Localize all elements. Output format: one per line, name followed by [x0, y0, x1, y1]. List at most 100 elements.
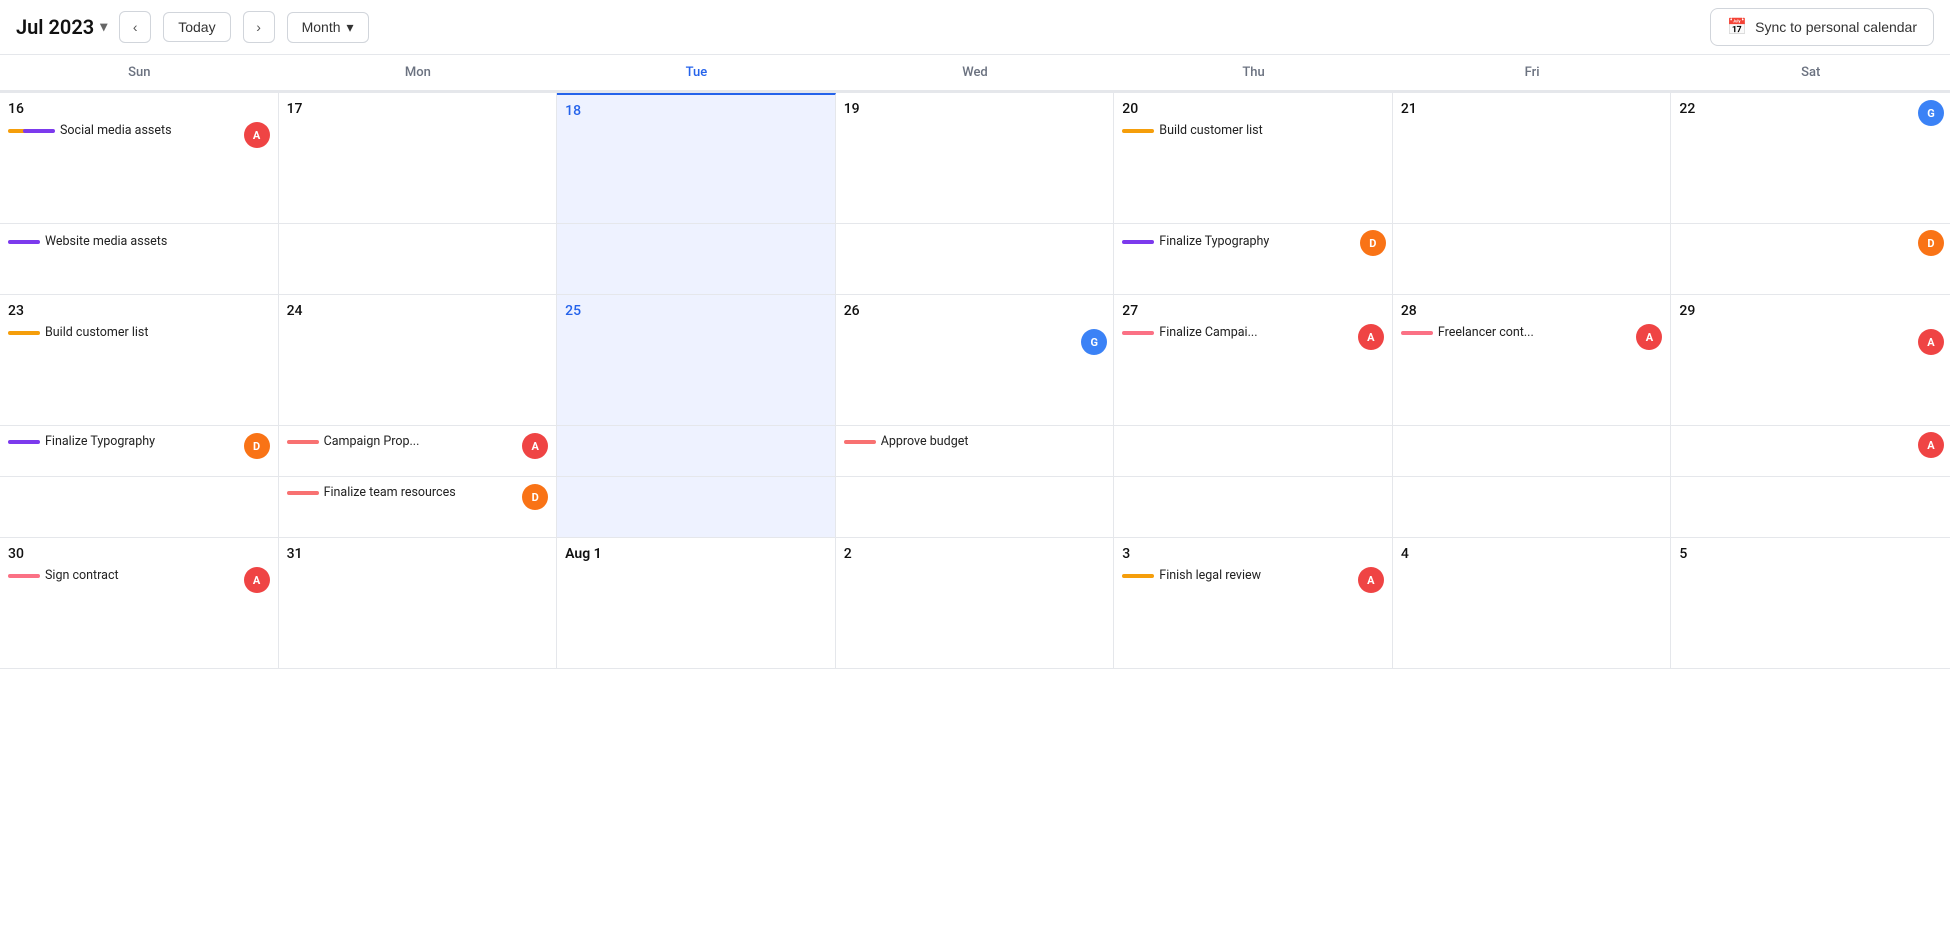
- day-cell-21b[interactable]: [1393, 224, 1672, 294]
- avatar: D: [244, 433, 270, 459]
- chevron-down-icon: ▾: [347, 19, 354, 36]
- day-number: 25: [565, 303, 827, 319]
- event-bar-red: [287, 491, 319, 495]
- day-cell-24c[interactable]: Finalize team resources D: [279, 477, 558, 537]
- day-cell-21[interactable]: 21: [1393, 93, 1672, 223]
- day-cell-23b[interactable]: Finalize Typography D: [0, 426, 279, 476]
- avatar: G: [1918, 100, 1944, 126]
- list-item[interactable]: Build customer list: [1122, 123, 1384, 138]
- day-cell-aug5[interactable]: 5: [1671, 538, 1950, 668]
- day-cell-aug4[interactable]: 4: [1393, 538, 1672, 668]
- day-cell-30[interactable]: 30 Sign contract A: [0, 538, 279, 668]
- sync-to-calendar-button[interactable]: 📅 Sync to personal calendar: [1710, 8, 1934, 46]
- event-bar-purple: [23, 129, 55, 133]
- day-cell-24[interactable]: 24: [279, 295, 558, 425]
- list-item[interactable]: Finalize team resources D: [287, 485, 549, 500]
- day-cell-25[interactable]: 25: [557, 295, 836, 425]
- view-selector-button[interactable]: Month ▾: [287, 12, 369, 43]
- day-cell-24b[interactable]: Campaign Prop... A: [279, 426, 558, 476]
- day-cell-18[interactable]: 18: [557, 93, 836, 223]
- day-cell-26b[interactable]: Approve budget: [836, 426, 1115, 476]
- day-cell-aug2[interactable]: 2: [836, 538, 1115, 668]
- day-cell-20[interactable]: 20 Build customer list: [1114, 93, 1393, 223]
- calendar-header: Jul 2023 ▾ ‹ Today › Month ▾ 📅 Sync to p…: [0, 0, 1950, 55]
- day-number: 23: [8, 303, 270, 319]
- today-button[interactable]: Today: [163, 12, 230, 42]
- day-cell-aug3[interactable]: 3 Finish legal review A: [1114, 538, 1393, 668]
- list-item[interactable]: Finish legal review A: [1122, 568, 1384, 583]
- day-number: Aug 1: [565, 546, 827, 562]
- day-number: 5: [1679, 546, 1942, 562]
- day-cell-20b[interactable]: Finalize Typography D: [1114, 224, 1393, 294]
- day-header-wed: Wed: [836, 55, 1115, 91]
- week-row: Finalize Typography D Campaign Prop... A…: [0, 426, 1950, 477]
- day-cell-17b[interactable]: [279, 224, 558, 294]
- day-number: 3: [1122, 546, 1384, 562]
- week-row: 23 Build customer list 24 25 26 G 27 Fin…: [0, 295, 1950, 426]
- month-title[interactable]: Jul 2023 ▾: [16, 15, 107, 39]
- day-cell-25c[interactable]: [557, 477, 836, 537]
- day-cell-26[interactable]: 26 G: [836, 295, 1115, 425]
- day-cell-18b[interactable]: [557, 224, 836, 294]
- day-cell-16b[interactable]: Website media assets: [0, 224, 279, 294]
- list-item[interactable]: Social media assets A: [8, 123, 270, 138]
- day-cell-16[interactable]: 16 Social media assets A: [0, 93, 279, 223]
- day-cell-28[interactable]: 28 Freelancer cont... A: [1393, 295, 1672, 425]
- day-number: 30: [8, 546, 270, 562]
- day-cell-29[interactable]: 29 A: [1671, 295, 1950, 425]
- list-item[interactable]: Campaign Prop... A: [287, 434, 549, 449]
- event-label: Build customer list: [1159, 123, 1262, 138]
- event-label: Finalize Typography: [1159, 234, 1269, 249]
- day-cell-23[interactable]: 23 Build customer list: [0, 295, 279, 425]
- avatar: G: [1081, 329, 1107, 355]
- event-label: Finish legal review: [1159, 568, 1261, 583]
- event-label: Campaign Prop...: [324, 434, 420, 449]
- day-cell-27b[interactable]: [1114, 426, 1393, 476]
- day-cell-28c[interactable]: [1393, 477, 1672, 537]
- event-label: Finalize Campai...: [1159, 325, 1257, 340]
- day-number: 24: [287, 303, 549, 319]
- list-item[interactable]: Approve budget: [844, 434, 1106, 449]
- prev-nav-button[interactable]: ‹: [119, 11, 151, 43]
- avatar: D: [1918, 230, 1944, 256]
- day-number: 26: [844, 303, 1106, 319]
- day-header-tue: Tue: [557, 55, 836, 91]
- day-number: 2: [844, 546, 1106, 562]
- calendar-icon: 📅: [1727, 17, 1747, 37]
- list-item[interactable]: Freelancer cont... A: [1401, 325, 1663, 340]
- list-item[interactable]: Finalize Typography D: [8, 434, 270, 449]
- day-cell-19[interactable]: 19: [836, 93, 1115, 223]
- sync-label: Sync to personal calendar: [1755, 19, 1917, 35]
- list-item[interactable]: Finalize Typography: [1122, 234, 1384, 249]
- day-number: 20: [1122, 101, 1384, 117]
- week-row: 16 Social media assets A 17 18 19 20 Bui…: [0, 93, 1950, 224]
- day-cell-22b[interactable]: D: [1671, 224, 1950, 294]
- day-cell-28b[interactable]: [1393, 426, 1672, 476]
- event-bar-pink: [1122, 331, 1154, 335]
- day-cell-25b[interactable]: [557, 426, 836, 476]
- event-label: Social media assets: [60, 123, 172, 138]
- list-item[interactable]: Sign contract A: [8, 568, 270, 583]
- list-item[interactable]: Website media assets: [8, 234, 270, 249]
- day-cell-29c[interactable]: [1671, 477, 1950, 537]
- day-cell-aug1[interactable]: Aug 1: [557, 538, 836, 668]
- event-label: Website media assets: [45, 234, 167, 249]
- day-cell-26c[interactable]: [836, 477, 1115, 537]
- day-number: 17: [287, 101, 549, 117]
- day-cell-29b[interactable]: A: [1671, 426, 1950, 476]
- day-cell-23c[interactable]: [0, 477, 279, 537]
- event-bar-pink: [8, 574, 40, 578]
- day-cell-19b[interactable]: [836, 224, 1115, 294]
- list-item[interactable]: Finalize Campai... A: [1122, 325, 1384, 340]
- day-cell-22[interactable]: 22 G: [1671, 93, 1950, 223]
- calendar-grid: 16 Social media assets A 17 18 19 20 Bui…: [0, 93, 1950, 669]
- day-cell-27c[interactable]: [1114, 477, 1393, 537]
- day-cell-27[interactable]: 27 Finalize Campai... A: [1114, 295, 1393, 425]
- day-cell-31[interactable]: 31: [279, 538, 558, 668]
- list-item[interactable]: Build customer list: [8, 325, 270, 340]
- event-label: Sign contract: [45, 568, 119, 583]
- day-cell-17[interactable]: 17: [279, 93, 558, 223]
- event-bar-yellow: [8, 331, 40, 335]
- avatar: A: [1636, 324, 1662, 350]
- next-nav-button[interactable]: ›: [243, 11, 275, 43]
